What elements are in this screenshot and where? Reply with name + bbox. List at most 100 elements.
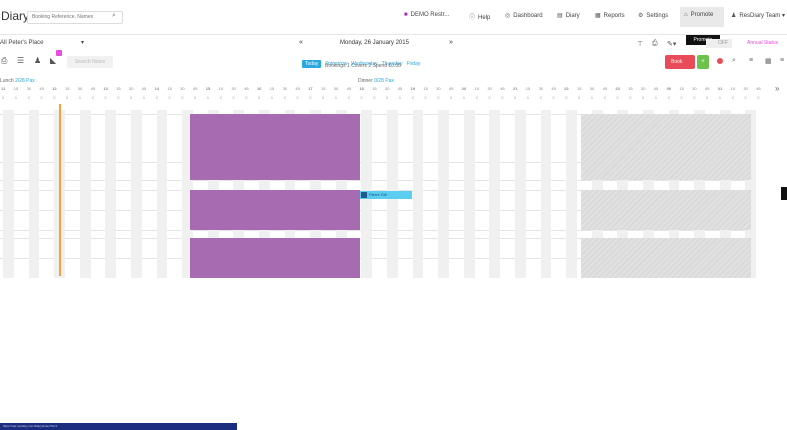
- slot-count: 0: [14, 95, 18, 100]
- minute-label: 45: [500, 86, 505, 91]
- list-icon[interactable]: ☰: [17, 56, 24, 65]
- slot-count: 0: [437, 95, 440, 100]
- nav-reports[interactable]: ▦ Reports: [595, 12, 625, 19]
- annual-status-link[interactable]: Annual Status: [747, 40, 778, 46]
- nav-reports-label: Reports: [603, 13, 625, 19]
- quick-date-today[interactable]: Today: [302, 60, 322, 68]
- book-button[interactable]: Book: [665, 55, 695, 69]
- minute-label: 45: [756, 86, 761, 91]
- top-bar: Diary ⌕ ■DEMO Restr... ⓘHelp ◎Dashboard …: [0, 0, 787, 35]
- slot-count: 0: [194, 95, 197, 100]
- print-icon[interactable]: ⎙: [1, 56, 7, 66]
- search-input[interactable]: [27, 11, 123, 24]
- list-view-icon[interactable]: ≡: [749, 57, 753, 64]
- hour-label: 11: [1, 86, 6, 91]
- minute-label: 30: [77, 86, 83, 91]
- current-date[interactable]: Monday, 26 January 2015: [340, 40, 409, 46]
- slot-count: 0: [40, 95, 43, 100]
- hour-labels: 11 15 30 45 12 15 30 45 13 15 30 45 14 15 30 45 15 15 30 45…: [0, 86, 770, 94]
- hour-label: 12: [52, 86, 57, 91]
- hour-label: 00: [666, 86, 672, 91]
- minute-label: 15: [167, 86, 172, 91]
- minute-label: 45: [193, 86, 198, 91]
- time-slot-column: [438, 110, 449, 278]
- blocked-period[interactable]: [190, 190, 360, 230]
- nav-user-menu[interactable]: ♟ ResDiary Team ▾: [731, 12, 785, 19]
- nav-promote[interactable]: ⌂ Promote: [684, 12, 713, 18]
- nav-dashboard[interactable]: ◎ Dashboard: [505, 12, 543, 19]
- nav-demo[interactable]: ■ DEMO Restr...: [404, 12, 449, 18]
- next-day-icon[interactable]: »: [449, 39, 453, 46]
- chevron-down-icon[interactable]: ▾: [81, 39, 84, 46]
- hour-label: 18: [359, 86, 364, 91]
- closed-period: [581, 190, 751, 230]
- time-slot-column: [463, 110, 475, 278]
- hour-label: 16: [257, 86, 262, 91]
- tools-icon[interactable]: ✎▾: [667, 40, 676, 48]
- slot-count: 0: [462, 95, 466, 100]
- slot-count: 0: [283, 95, 286, 100]
- minute-label: 45: [602, 86, 608, 91]
- diary-grid[interactable]: Pierre Gill: [0, 104, 757, 278]
- minute-label: 30: [333, 86, 339, 91]
- hour-label: 21: [513, 86, 518, 91]
- hour-label: 14: [154, 86, 160, 91]
- minute-label: 30: [589, 86, 595, 91]
- minute-label: 30: [180, 86, 185, 91]
- filter-icon[interactable]: ⊤: [637, 40, 643, 48]
- slot-count: 0: [424, 95, 427, 100]
- nav-diary[interactable]: ▤ Diary: [557, 12, 580, 19]
- booking-chip[interactable]: Pierre Gill: [360, 191, 412, 199]
- slot-count: 0: [488, 95, 491, 100]
- time-slot-column: [79, 110, 91, 278]
- slot-count: 0: [130, 95, 133, 100]
- notification-badge: [56, 50, 62, 56]
- minute-label: 45: [346, 86, 352, 91]
- search-icon[interactable]: ⌕: [732, 57, 736, 65]
- menu-icon[interactable]: ≡: [780, 57, 784, 64]
- session-lunch: Lunch 2/28 Pax: [0, 78, 35, 84]
- slot-count: 0: [475, 95, 478, 100]
- blocked-period[interactable]: [190, 238, 360, 278]
- minute-label: 45: [90, 86, 96, 91]
- minute-label: 30: [26, 86, 32, 91]
- slot-count: 0: [718, 95, 722, 100]
- slot-count: 0: [731, 95, 734, 100]
- nav-help-label: Help: [478, 15, 491, 21]
- add-user-icon[interactable]: ♟: [34, 56, 41, 65]
- user-icon: ♟: [731, 13, 737, 19]
- blocked-period[interactable]: [190, 114, 360, 180]
- megaphone-icon[interactable]: ◣: [50, 56, 56, 65]
- slot-count: 0: [616, 95, 619, 100]
- slot-count: 0: [219, 95, 222, 100]
- search-icon[interactable]: ⌕: [112, 12, 116, 20]
- booking-name: Pierre Gill: [369, 192, 387, 197]
- minute-label: 15: [423, 86, 428, 91]
- slot-count: 0: [514, 95, 517, 100]
- current-time-line: [59, 104, 61, 276]
- slot-count: 0: [232, 95, 235, 100]
- nav-settings[interactable]: ⚙ Settings: [638, 12, 668, 19]
- slot-count: 0: [744, 95, 747, 100]
- previous-day-icon[interactable]: «: [299, 39, 303, 46]
- quick-date-friday[interactable]: Friday: [406, 61, 420, 67]
- walk-in-button[interactable]: +: [697, 55, 709, 69]
- slot-count: 0: [2, 95, 5, 100]
- toggle-off[interactable]: OFF: [706, 39, 732, 48]
- side-panel-tab[interactable]: [781, 187, 787, 200]
- slot-count: 0: [91, 95, 94, 100]
- status-dot-icon[interactable]: [717, 58, 723, 64]
- place-select[interactable]: All Peter's Place: [0, 40, 44, 46]
- time-slot-column: [566, 110, 577, 278]
- megaphone-icon: ⌂: [684, 12, 688, 18]
- minute-label: 30: [436, 86, 441, 91]
- slot-count: 0: [501, 95, 504, 100]
- grid-view-icon[interactable]: ▦: [765, 57, 772, 65]
- scroll-right-icon[interactable]: »: [775, 84, 779, 93]
- hour-label: 22: [564, 86, 569, 91]
- nav-help[interactable]: ⓘ Help: [469, 12, 490, 21]
- slot-count: 0: [66, 95, 69, 100]
- time-slot-column: [28, 110, 40, 278]
- print-icon[interactable]: ⎙: [652, 40, 658, 48]
- search-notes-button[interactable]: Search Notes: [67, 56, 113, 68]
